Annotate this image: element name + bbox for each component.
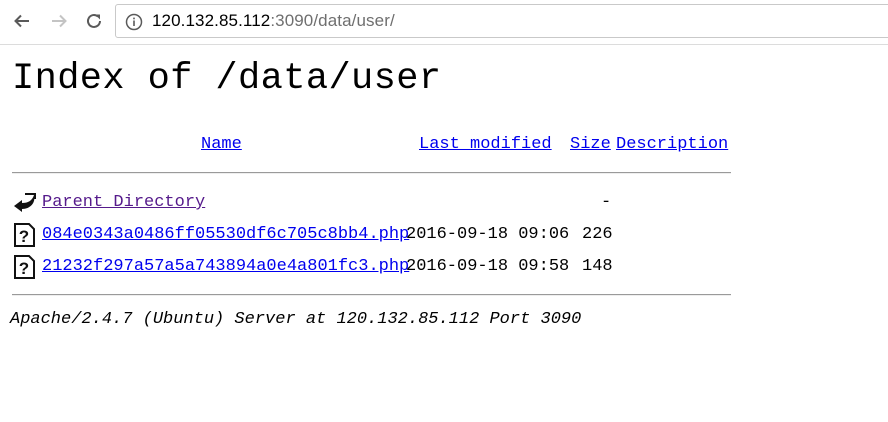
address-bar[interactable]: 120.132.85.112:3090/data/user/: [115, 4, 888, 38]
parent-directory-link[interactable]: Parent Directory: [42, 191, 205, 215]
file-link[interactable]: 21232f297a57a5a743894a0e4a801fc3.php: [42, 255, 409, 279]
back-button[interactable]: [8, 7, 36, 35]
back-folder-icon: [14, 193, 36, 212]
column-header-row: Name Last modified Size Description: [12, 133, 732, 157]
column-header-size[interactable]: Size: [570, 133, 611, 157]
file-modified: 2016-09-18 09:06: [406, 225, 570, 244]
bottom-divider: [12, 294, 731, 296]
browser-toolbar: 120.132.85.112:3090/data/user/: [0, 0, 888, 45]
info-icon[interactable]: [125, 13, 143, 31]
parent-directory-row: Parent Directory -: [12, 191, 732, 215]
table-row: ? 21232f297a57a5a743894a0e4a801fc3.php 2…: [12, 255, 732, 279]
file-size: 148: [582, 257, 613, 276]
url-path: :3090/data/user/: [270, 11, 395, 30]
unknown-file-icon: ?: [14, 255, 35, 279]
svg-text:?: ?: [19, 259, 29, 278]
column-header-last-modified[interactable]: Last modified: [419, 133, 552, 157]
file-link[interactable]: 084e0343a0486ff05530df6c705c8bb4.php: [42, 223, 409, 247]
file-modified: 2016-09-18 09:58: [406, 257, 570, 276]
svg-text:?: ?: [19, 227, 29, 246]
parent-size: -: [601, 193, 612, 212]
url-host: 120.132.85.112: [152, 11, 271, 30]
arrow-left-icon: [14, 14, 29, 28]
table-row: ? 084e0343a0486ff05530df6c705c8bb4.php 2…: [12, 223, 732, 247]
column-header-description[interactable]: Description: [616, 133, 728, 157]
reload-icon: [87, 13, 101, 28]
unknown-file-icon: ?: [14, 223, 35, 247]
forward-button[interactable]: [45, 7, 73, 35]
reload-button[interactable]: [80, 7, 108, 35]
file-size: 226: [582, 225, 613, 244]
server-signature: Apache/2.4.7 (Ubuntu) Server at 120.132.…: [10, 310, 582, 329]
page-title: Index of /data/user: [12, 58, 442, 100]
arrow-right-icon: [52, 14, 67, 28]
top-divider: [12, 172, 731, 174]
url-text[interactable]: 120.132.85.112:3090/data/user/: [152, 10, 395, 32]
column-header-name[interactable]: Name: [201, 133, 242, 157]
